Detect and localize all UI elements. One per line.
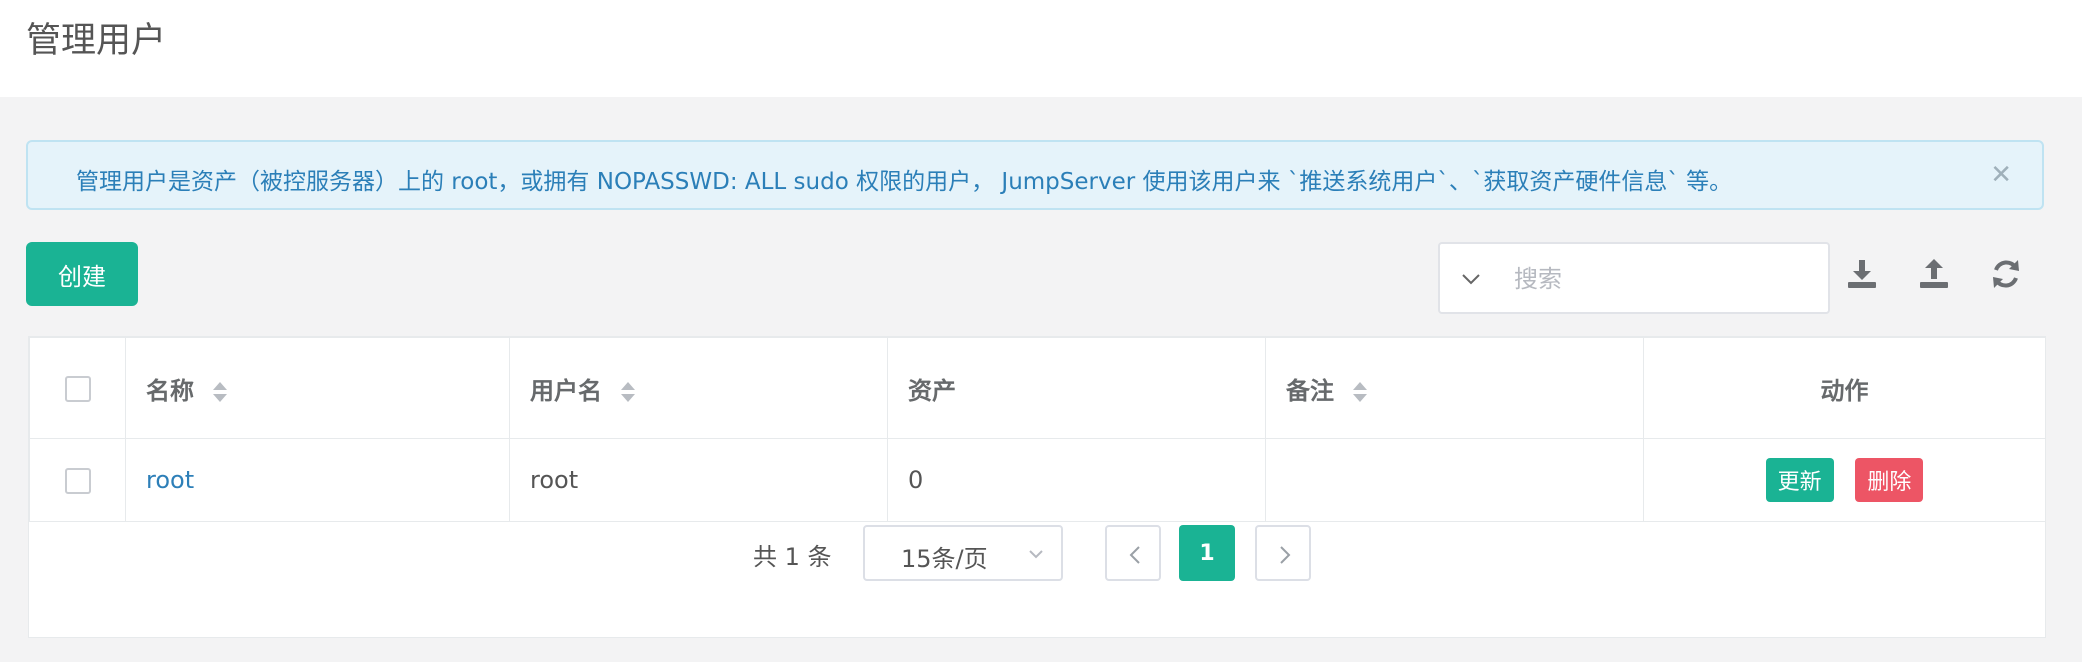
cell-username: root (509, 438, 888, 522)
sort-icon[interactable] (620, 380, 636, 404)
select-all-checkbox[interactable] (64, 376, 91, 402)
update-button[interactable]: 更新 (1765, 458, 1834, 502)
page-title: 管理用户 (26, 21, 167, 61)
page-header: 管理用户 (0, 0, 2082, 97)
chevron-right-icon (1280, 546, 1291, 564)
create-button[interactable]: 创建 (26, 242, 138, 306)
sort-icon[interactable] (212, 380, 228, 404)
total-count: 共 1 条 (753, 543, 832, 571)
table-row: root root 0 更新 删除 (29, 438, 2046, 522)
table-header-row: 名称 用户名 资产 备注 动作 (29, 337, 2046, 439)
user-name-link[interactable]: root (146, 466, 194, 494)
alert-text: 管理用户是资产（被控服务器）上的 root，或拥有 NOPASSWD: ALL … (76, 169, 1733, 195)
cell-name: root (125, 438, 510, 522)
download-icon[interactable] (1844, 256, 1880, 292)
select-all-cell (29, 337, 126, 439)
search-input[interactable] (1512, 258, 1816, 300)
column-header-assets: 资产 (887, 337, 1266, 439)
table-card: 名称 用户名 资产 备注 动作 root root 0 更新 删除 共 1 条 … (28, 336, 2046, 638)
page-number-current[interactable]: 1 (1179, 525, 1235, 581)
chevron-down-icon[interactable] (1460, 268, 1482, 290)
column-header-username[interactable]: 用户名 (509, 337, 888, 439)
column-header-comment[interactable]: 备注 (1265, 337, 1644, 439)
column-header-name[interactable]: 名称 (125, 337, 510, 439)
sort-icon[interactable] (1352, 380, 1368, 404)
users-table: 名称 用户名 资产 备注 动作 root root 0 更新 删除 (29, 337, 2046, 522)
upload-icon[interactable] (1916, 256, 1952, 292)
prev-page-button[interactable] (1105, 525, 1161, 581)
refresh-icon[interactable] (1988, 256, 2024, 292)
cell-comment (1265, 438, 1644, 522)
pagination: 共 1 条 15条/页 1 (29, 525, 2045, 585)
chevron-down-icon (1029, 550, 1043, 559)
cell-assets: 0 (887, 438, 1266, 522)
next-page-button[interactable] (1255, 525, 1311, 581)
column-header-actions: 动作 (1643, 337, 2046, 439)
row-checkbox[interactable] (64, 468, 91, 494)
search-box[interactable] (1438, 242, 1830, 314)
cell-actions: 更新 删除 (1643, 438, 2046, 522)
delete-button[interactable]: 删除 (1855, 458, 1924, 502)
info-alert: 管理用户是资产（被控服务器）上的 root，或拥有 NOPASSWD: ALL … (26, 140, 2044, 210)
row-select-cell (29, 438, 126, 522)
page-size-select[interactable]: 15条/页 (863, 525, 1063, 581)
chevron-left-icon (1129, 546, 1140, 564)
close-icon[interactable]: ✕ (1990, 160, 2012, 190)
page-size-label: 15条/页 (901, 545, 988, 573)
